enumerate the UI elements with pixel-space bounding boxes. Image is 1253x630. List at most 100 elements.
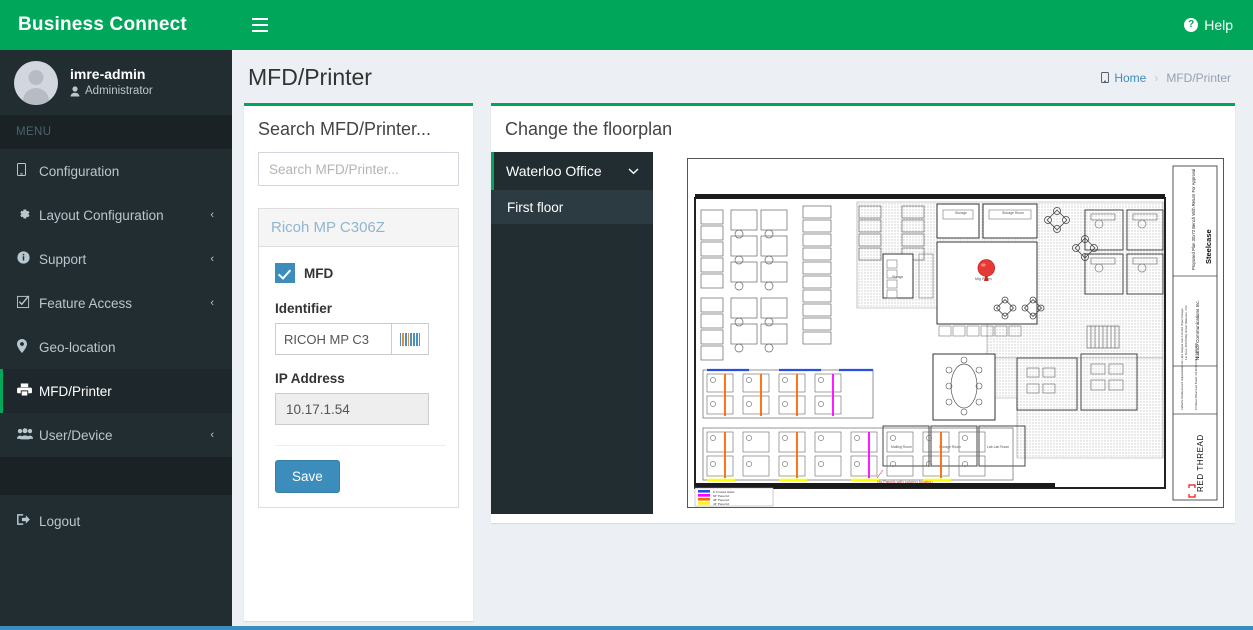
sidebar-item-mfd-printer[interactable]: MFD/Printer <box>0 369 232 413</box>
sign-out-icon <box>17 513 39 529</box>
room-label: Lab Lab Room <box>987 445 1009 449</box>
identifier-input-group <box>275 323 429 355</box>
identifier-label: Identifier <box>275 301 446 316</box>
menu-section-header: MENU <box>0 115 232 149</box>
page-title: MFD/Printer <box>248 64 372 91</box>
ip-address-label: IP Address <box>275 371 446 386</box>
titleblock-dealer: RED THREAD <box>1196 434 1205 492</box>
barcode-glyph <box>400 333 421 346</box>
sidebar-item-user-device[interactable]: User/Device ‹ <box>0 413 232 457</box>
floorplan-canvas[interactable]: Storage Storage Room Mtg Room Storage <box>653 152 1235 514</box>
floorplan-menu: Waterloo Office First floor <box>491 152 653 514</box>
hamburger-bar <box>252 18 268 20</box>
sidebar-item-label: Logout <box>39 514 218 529</box>
ip-address-input[interactable] <box>275 393 429 425</box>
floorplan-note-text: No Panels with column location <box>877 479 933 484</box>
mfd-checkbox-label: MFD <box>304 266 333 281</box>
floorplan-panel-header: Change the floorplan <box>491 106 1235 152</box>
titleblock-client-sub: 1st Floor 400 Phillip Street Waterloo, O… <box>1184 305 1188 360</box>
printer-icon <box>17 383 39 399</box>
mfd-checkbox[interactable] <box>275 263 295 283</box>
chevron-left-icon: ‹ <box>210 429 214 441</box>
titleblock-dealer-contact: Catherine Melville Account Representativ… <box>1181 308 1184 410</box>
sidebar-item-geo-location[interactable]: Geo-location <box>0 325 232 369</box>
map-marker-icon <box>17 339 39 356</box>
search-input[interactable] <box>258 152 459 186</box>
room-label: Mailing Room <box>891 445 912 449</box>
brand-title: Business Connect <box>18 14 187 36</box>
search-panel-title: Search MFD/Printer... <box>258 119 431 139</box>
sidebar-item-label: User/Device <box>39 428 210 443</box>
tablet-icon <box>17 163 39 179</box>
titleblock-dealer-address: 33 Sixteen Wheel Road Boston, MA 02215-1… <box>1195 343 1198 410</box>
floorplan-panel: Change the floorplan Waterloo Office Fir… <box>491 103 1235 523</box>
hamburger-icon[interactable] <box>240 0 280 50</box>
sidebar-item-layout-configuration[interactable]: Layout Configuration ‹ <box>0 193 232 237</box>
gear-icon <box>17 207 39 224</box>
app-root: Business Connect ? Help imre-admin <box>0 0 1253 630</box>
tablet-icon <box>1101 72 1109 83</box>
sidebar-item-configuration[interactable]: Configuration <box>0 149 232 193</box>
breadcrumb: Home › MFD/Printer <box>1101 71 1231 85</box>
search-panel: Search MFD/Printer... Ricoh MP C306Z MFD… <box>244 103 473 621</box>
legend-label: 42" Panel Ht <box>713 502 729 506</box>
barcode-icon[interactable] <box>391 323 429 355</box>
sidebar-item-label: Layout Configuration <box>39 208 210 223</box>
breadcrumb-separator: › <box>1154 71 1158 85</box>
floorplan-drawing[interactable]: Storage Storage Room Mtg Room Storage <box>687 158 1224 508</box>
user-icon <box>70 86 80 97</box>
avatar <box>14 61 58 105</box>
mfd-checkbox-row[interactable]: MFD <box>275 263 446 283</box>
floorplan-office-selector[interactable]: Waterloo Office <box>491 152 653 190</box>
titleblock-plan-title: Proposed Plan 30x72 Bench With Return Fo… <box>1191 169 1196 270</box>
check-square-icon <box>17 295 39 311</box>
floorplan-floor-label: First floor <box>507 200 563 215</box>
help-label: Help <box>1204 17 1233 33</box>
device-name: Ricoh MP C306Z <box>259 209 458 247</box>
titleblock-vendor: Steelcase <box>1204 229 1213 264</box>
sidebar-item-label: Support <box>39 252 210 267</box>
sidebar-item-logout[interactable]: Logout <box>0 499 232 543</box>
chevron-left-icon: ‹ <box>210 209 214 221</box>
chevron-left-icon: ‹ <box>210 253 214 265</box>
room-label: Mtg Room <box>975 277 992 281</box>
sidebar-item-support[interactable]: Support ‹ <box>0 237 232 281</box>
user-name: imre-admin <box>70 65 153 84</box>
identifier-input[interactable] <box>275 323 391 355</box>
floorplan-conference-room <box>933 354 995 420</box>
room-label: Storage Room <box>1002 211 1024 215</box>
device-form: MFD Identifier <box>259 247 458 507</box>
save-button[interactable]: Save <box>275 460 340 493</box>
breadcrumb-home[interactable]: Home <box>1101 71 1146 85</box>
user-panel: imre-admin Administrator <box>0 50 232 115</box>
room-label: Storage <box>955 211 967 215</box>
question-circle-icon: ? <box>1184 18 1198 32</box>
sidebar-item-label: Geo-location <box>39 340 214 355</box>
sidebar-item-feature-access[interactable]: Feature Access ‹ <box>0 281 232 325</box>
sidebar-item-label: Feature Access <box>39 296 210 311</box>
floorplan-floor-item[interactable]: First floor <box>491 190 653 224</box>
hamburger-bar <box>252 24 268 26</box>
content-area: MFD/Printer Home › MFD/Printer Search MF… <box>232 50 1253 626</box>
user-role-label: Administrator <box>85 84 153 100</box>
form-divider <box>275 445 446 446</box>
search-panel-body: Ricoh MP C306Z MFD Identifier <box>244 152 473 524</box>
sidebar-spacer <box>0 457 232 495</box>
floorplan-office-label: Waterloo Office <box>506 163 602 179</box>
users-icon <box>17 428 39 443</box>
room-label: Storage <box>892 275 903 279</box>
floorplan-menu-fill <box>491 224 653 504</box>
footer-accent-bar <box>0 626 1253 630</box>
floorplan-titleblock: Steelcase Proposed Plan 30x72 Bench With… <box>1173 166 1217 500</box>
sidebar: imre-admin Administrator MENU Configurat… <box>0 50 232 626</box>
sidebar-item-label: Configuration <box>39 164 214 179</box>
floorplan-area: Waterloo Office First floor <box>491 152 1235 514</box>
top-navbar: ? Help <box>232 0 1253 50</box>
brand-logo[interactable]: Business Connect <box>0 0 232 50</box>
help-link[interactable]: ? Help <box>1184 17 1233 33</box>
sidebar-item-label: MFD/Printer <box>39 384 214 399</box>
breadcrumb-current: MFD/Printer <box>1166 71 1231 85</box>
sidebar-menu: Configuration Layout Configuration ‹ Sup… <box>0 149 232 543</box>
content-body: Search MFD/Printer... Ricoh MP C306Z MFD… <box>232 103 1253 621</box>
user-info: imre-admin Administrator <box>70 65 153 99</box>
